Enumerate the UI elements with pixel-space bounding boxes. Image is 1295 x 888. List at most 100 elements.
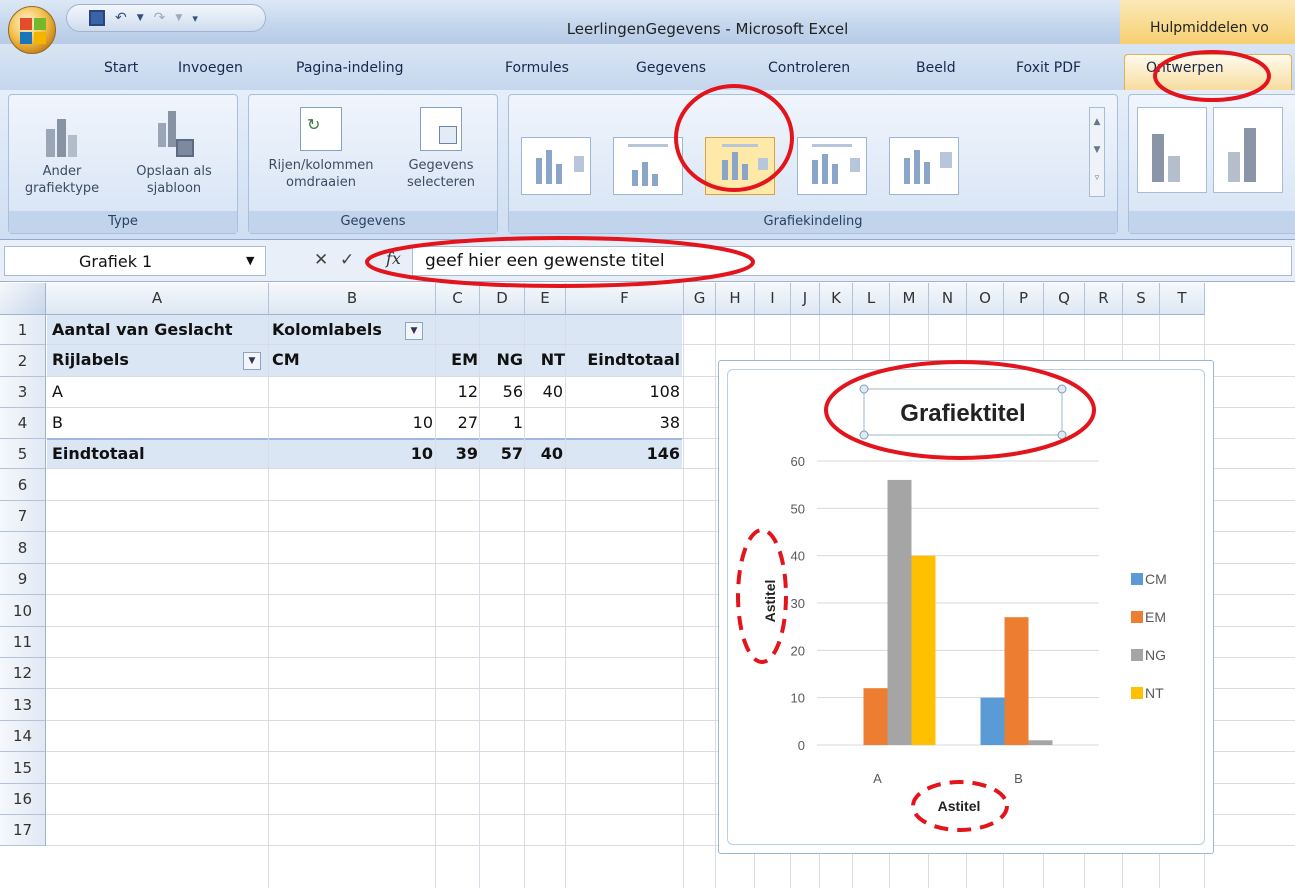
change-chart-type-button[interactable]: Ander grafiektype bbox=[19, 107, 105, 197]
office-button[interactable] bbox=[8, 6, 56, 54]
tab-gegevens[interactable]: Gegevens bbox=[636, 60, 706, 76]
pivot-row-label[interactable]: A bbox=[52, 377, 202, 407]
cancel-icon[interactable]: ✕ bbox=[314, 250, 328, 270]
pivot-value-cell[interactable]: 38 bbox=[566, 408, 680, 438]
row-header[interactable]: 3 bbox=[0, 377, 46, 408]
row-header[interactable]: 10 bbox=[0, 595, 46, 627]
column-header[interactable]: R bbox=[1085, 283, 1123, 315]
pivot-row-label[interactable]: B bbox=[52, 408, 202, 438]
column-header[interactable]: E bbox=[525, 283, 566, 315]
filter-dropdown-icon[interactable]: ▼ bbox=[243, 352, 261, 370]
row-header[interactable]: 2 bbox=[0, 345, 46, 377]
chevron-down-icon[interactable]: ▼ bbox=[246, 254, 254, 267]
tab-controleren[interactable]: Controleren bbox=[768, 60, 850, 76]
chart-layout-2[interactable] bbox=[613, 137, 683, 195]
tab-ontwerpen[interactable]: Ontwerpen bbox=[1146, 60, 1224, 76]
tab-foxit-pdf[interactable]: Foxit PDF bbox=[1016, 60, 1081, 76]
function-icon[interactable]: fx bbox=[386, 249, 401, 268]
pivot-header-cell[interactable]: NT bbox=[525, 345, 565, 375]
column-header[interactable]: O bbox=[967, 283, 1004, 315]
tab-invoegen[interactable]: Invoegen bbox=[178, 60, 243, 76]
office-logo-icon bbox=[20, 18, 46, 44]
tab-start[interactable]: Start bbox=[104, 60, 138, 76]
pivot-grand-total-cell[interactable]: 39 bbox=[436, 439, 478, 469]
chart-layout-3-selected[interactable] bbox=[705, 137, 775, 195]
pivot-values-label[interactable]: Aantal van Geslacht bbox=[52, 315, 267, 345]
column-header[interactable]: H bbox=[716, 283, 755, 315]
row-header[interactable]: 11 bbox=[0, 627, 46, 658]
pivot-header-cell[interactable]: EM bbox=[436, 345, 478, 375]
layouts-scroll[interactable]: ▲ ▼ ▿ bbox=[1089, 107, 1105, 197]
pivot-row-labels[interactable]: Rijlabels bbox=[52, 345, 202, 375]
select-data-button[interactable]: Gegevens selecteren bbox=[391, 107, 491, 191]
filter-dropdown-icon[interactable]: ▼ bbox=[405, 322, 423, 340]
pivot-value-cell[interactable]: 10 bbox=[269, 408, 433, 438]
pivot-grand-total-cell[interactable]: 57 bbox=[480, 439, 523, 469]
pivot-header-cell[interactable]: NG bbox=[480, 345, 523, 375]
pivot-header-cell[interactable]: CM bbox=[272, 345, 372, 375]
tab-formules[interactable]: Formules bbox=[505, 60, 569, 76]
column-header[interactable]: T bbox=[1160, 283, 1205, 315]
formula-input[interactable]: geef hier een gewenste titel bbox=[412, 246, 1292, 276]
column-header[interactable]: C bbox=[436, 283, 480, 315]
enter-icon[interactable]: ✓ bbox=[340, 250, 354, 270]
column-header[interactable]: P bbox=[1004, 283, 1044, 315]
row-header[interactable]: 13 bbox=[0, 689, 46, 721]
row-header[interactable]: 1 bbox=[0, 315, 46, 345]
pivot-value-cell[interactable]: 40 bbox=[525, 377, 563, 407]
column-header[interactable]: I bbox=[755, 283, 791, 315]
column-header[interactable]: L bbox=[853, 283, 890, 315]
column-header[interactable]: J bbox=[791, 283, 820, 315]
chart-object[interactable]: 0 10 20 30 40 50 60 A B Grafiektitel Astitel Astite… bbox=[718, 360, 1214, 854]
select-data-label: Gegevens selecteren bbox=[407, 158, 475, 190]
row-header[interactable]: 7 bbox=[0, 501, 46, 532]
y-tick-label: 0 bbox=[798, 738, 805, 753]
pivot-grand-total-cell[interactable]: 146 bbox=[566, 439, 680, 469]
column-header[interactable]: B bbox=[269, 283, 436, 315]
save-as-template-button[interactable]: Opslaan als sjabloon bbox=[119, 107, 229, 197]
column-header[interactable]: S bbox=[1123, 283, 1160, 315]
pivot-header-cell[interactable]: Eindtotaal bbox=[566, 345, 680, 375]
tab-pagina-indeling[interactable]: Pagina-indeling bbox=[296, 60, 403, 76]
row-header[interactable]: 5 bbox=[0, 439, 46, 469]
pivot-column-labels[interactable]: Kolomlabels bbox=[272, 315, 402, 345]
row-header[interactable]: 16 bbox=[0, 784, 46, 815]
column-header[interactable]: Q bbox=[1044, 283, 1085, 315]
column-header[interactable]: G bbox=[684, 283, 716, 315]
row-header[interactable]: 9 bbox=[0, 564, 46, 595]
chart-layout-4[interactable] bbox=[797, 137, 867, 195]
column-header[interactable]: F bbox=[566, 283, 684, 315]
pivot-value-cell[interactable]: 1 bbox=[480, 408, 523, 438]
row-header[interactable]: 17 bbox=[0, 815, 46, 846]
column-header[interactable]: K bbox=[820, 283, 853, 315]
row-header[interactable]: 8 bbox=[0, 532, 46, 564]
legend-label-nt: NT bbox=[1145, 685, 1164, 701]
pivot-value-cell[interactable]: 27 bbox=[436, 408, 478, 438]
chart-style-2[interactable] bbox=[1213, 107, 1283, 193]
row-header[interactable]: 15 bbox=[0, 752, 46, 784]
pivot-grand-total-cell[interactable]: 40 bbox=[525, 439, 563, 469]
pivot-grand-total-cell[interactable]: 10 bbox=[269, 439, 433, 469]
title-handle bbox=[859, 430, 869, 440]
column-header[interactable]: A bbox=[46, 283, 269, 315]
pivot-value-cell[interactable]: 12 bbox=[436, 377, 478, 407]
save-template-icon bbox=[152, 107, 196, 157]
select-all-corner[interactable] bbox=[0, 283, 46, 315]
name-box[interactable]: Grafiek 1 bbox=[4, 246, 266, 276]
tab-beeld[interactable]: Beeld bbox=[916, 60, 956, 76]
row-header[interactable]: 12 bbox=[0, 658, 46, 689]
column-header[interactable]: N bbox=[929, 283, 967, 315]
chart-style-1[interactable] bbox=[1137, 107, 1207, 193]
pivot-value-cell[interactable]: 56 bbox=[480, 377, 523, 407]
row-header[interactable]: 4 bbox=[0, 408, 46, 439]
pivot-grand-total-label[interactable]: Eindtotaal bbox=[52, 439, 202, 469]
chart-layout-1[interactable] bbox=[521, 137, 591, 195]
group-label-type: Type bbox=[9, 211, 237, 233]
chart-layout-5[interactable] bbox=[889, 137, 959, 195]
switch-row-column-button[interactable]: ↻ Rijen/kolommen omdraaien bbox=[255, 107, 387, 191]
column-header[interactable]: D bbox=[480, 283, 525, 315]
row-header[interactable]: 6 bbox=[0, 469, 46, 501]
column-header[interactable]: M bbox=[890, 283, 929, 315]
pivot-value-cell[interactable]: 108 bbox=[566, 377, 680, 407]
row-header[interactable]: 14 bbox=[0, 721, 46, 752]
